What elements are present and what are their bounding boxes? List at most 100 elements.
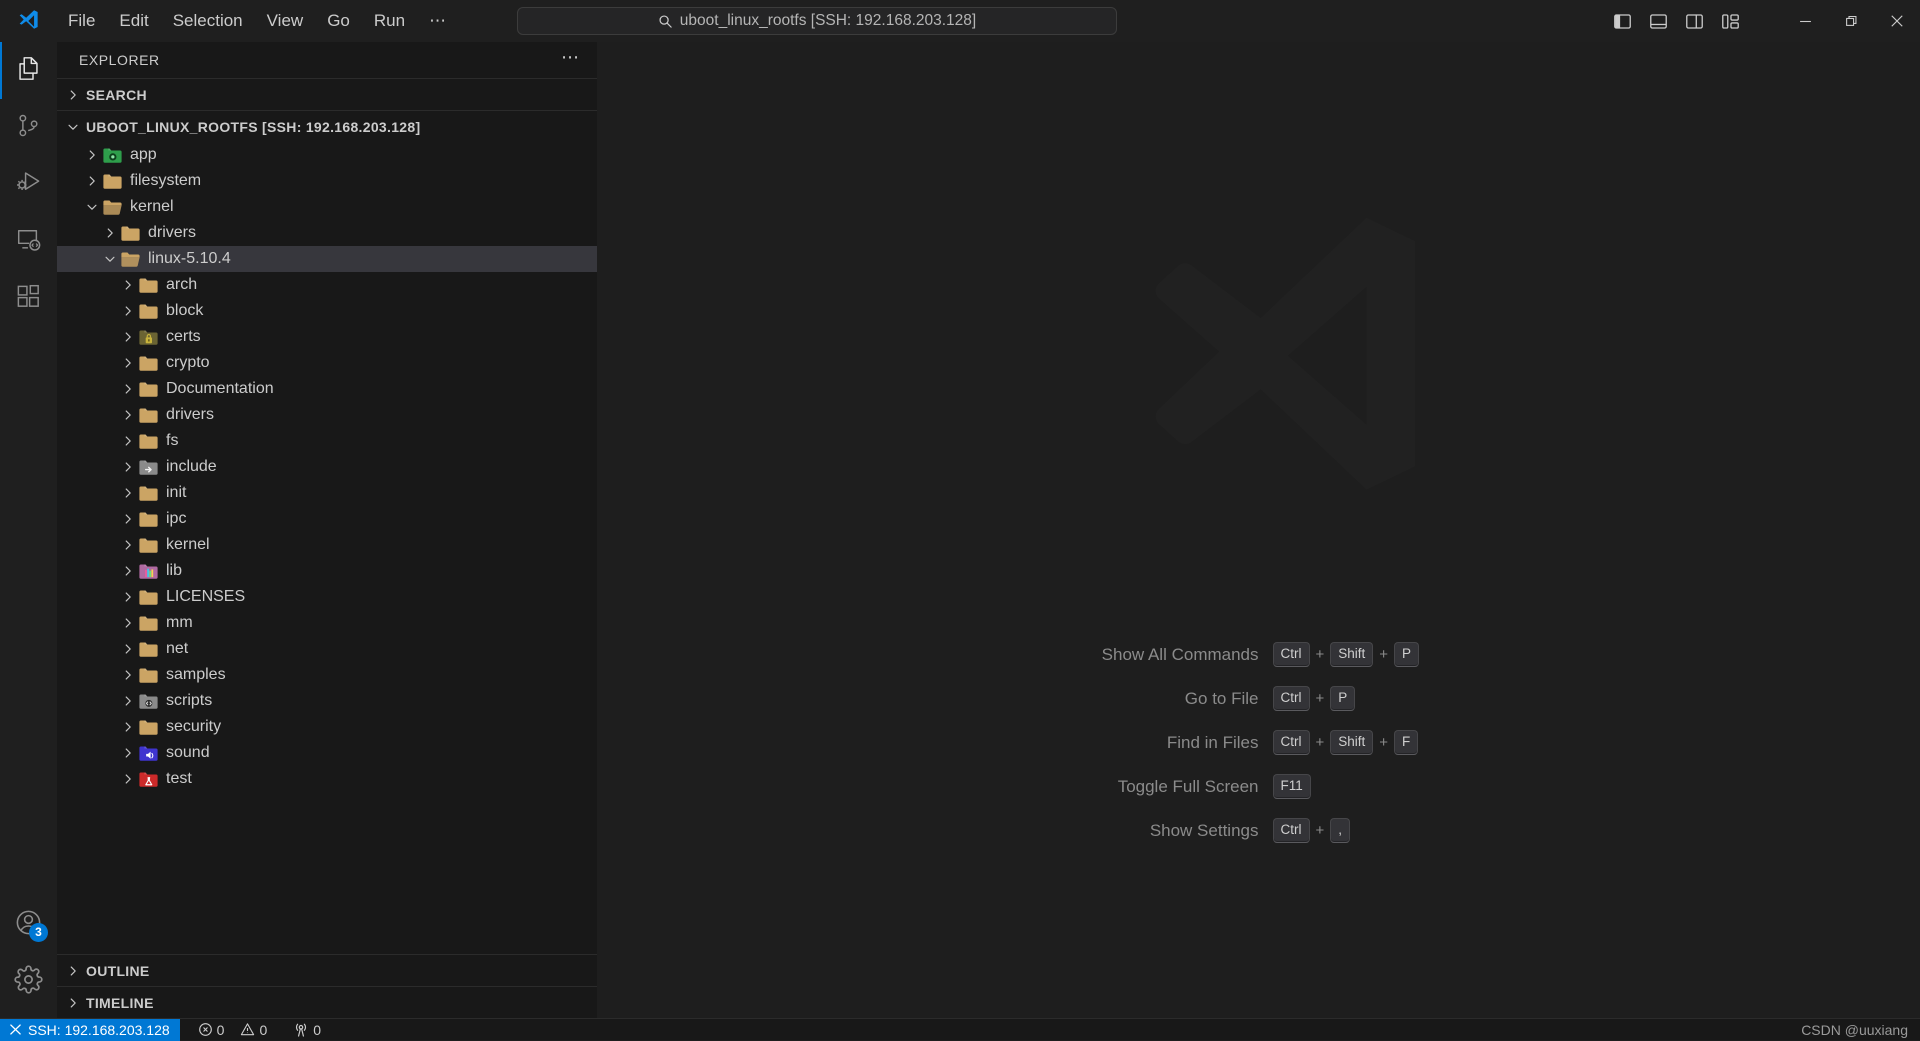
tree-item-filesystem[interactable]: filesystem (57, 168, 597, 194)
chevron-right-icon[interactable] (119, 480, 137, 506)
shortcut-show-settings[interactable]: Show SettingsCtrl+, (879, 818, 1639, 843)
tree-item-security[interactable]: security (57, 714, 597, 740)
key-separator: + (1316, 690, 1325, 707)
activity-run-debug[interactable] (0, 156, 57, 213)
chevron-right-icon[interactable] (119, 532, 137, 558)
status-errors[interactable]: 0 (192, 1019, 231, 1041)
tree-item-linux-5-10-4[interactable]: linux-5.10.4 (57, 246, 597, 272)
tree-item-fs[interactable]: fs (57, 428, 597, 454)
tree-item-licenses[interactable]: LICENSES (57, 584, 597, 610)
chevron-right-icon[interactable] (101, 220, 119, 246)
customize-layout-icon[interactable] (1712, 5, 1748, 37)
tree-item-app[interactable]: app (57, 142, 597, 168)
folder-icon (137, 508, 159, 530)
status-bar: SSH: 192.168.203.128 0 0 (0, 1018, 1920, 1040)
chevron-down-icon[interactable] (101, 246, 119, 272)
chevron-right-icon[interactable] (119, 428, 137, 454)
tree-item-label: linux-5.10.4 (148, 246, 231, 272)
shortcut-toggle-full-screen[interactable]: Toggle Full ScreenF11 (879, 774, 1639, 799)
status-ports[interactable]: 0 (287, 1019, 327, 1041)
tree-item-block[interactable]: block (57, 298, 597, 324)
status-warnings[interactable]: 0 (234, 1019, 273, 1041)
sidebar-more-actions-icon[interactable]: ⋯ (561, 52, 581, 68)
menu-selection[interactable]: Selection (161, 7, 255, 35)
tree-item-documentation[interactable]: Documentation (57, 376, 597, 402)
menu-file[interactable]: File (56, 7, 107, 35)
activity-remote-explorer[interactable] (0, 213, 57, 270)
chevron-right-icon[interactable] (119, 376, 137, 402)
chevron-right-icon[interactable] (119, 298, 137, 324)
shortcut-label: Go to File (879, 688, 1259, 710)
command-center-search[interactable]: uboot_linux_rootfs [SSH: 192.168.203.128… (517, 7, 1117, 35)
chevron-right-icon[interactable] (119, 740, 137, 766)
chevron-right-icon[interactable] (119, 402, 137, 428)
sidebar-section-folder[interactable]: UBOOT_LINUX_ROOTFS [SSH: 192.168.203.128… (57, 110, 597, 142)
menu-run[interactable]: Run (362, 7, 417, 35)
tree-item-label: test (166, 766, 192, 792)
folder-lib-icon (137, 560, 159, 582)
shortcut-show-all-commands[interactable]: Show All CommandsCtrl+Shift+P (879, 642, 1639, 667)
activity-extensions[interactable] (0, 270, 57, 327)
sidebar-section-search[interactable]: SEARCH (57, 78, 597, 110)
maximize-button[interactable] (1828, 0, 1874, 42)
tree-item-kernel[interactable]: kernel (57, 194, 597, 220)
chevron-right-icon[interactable] (119, 558, 137, 584)
chevron-right-icon[interactable] (119, 714, 137, 740)
minimize-button[interactable] (1782, 0, 1828, 42)
activity-settings[interactable] (0, 953, 57, 1010)
tree-item-include[interactable]: include (57, 454, 597, 480)
chevron-right-icon[interactable] (119, 766, 137, 792)
toggle-secondary-sidebar-icon[interactable] (1676, 5, 1712, 37)
chevron-right-icon[interactable] (119, 272, 137, 298)
chevron-right-icon[interactable] (83, 168, 101, 194)
tree-item-lib[interactable]: lib (57, 558, 597, 584)
shortcut-label: Show Settings (879, 820, 1259, 842)
chevron-right-icon[interactable] (119, 324, 137, 350)
tree-item-drivers[interactable]: drivers (57, 402, 597, 428)
chevron-right-icon[interactable] (119, 350, 137, 376)
toggle-panel-icon[interactable] (1640, 5, 1676, 37)
activity-accounts[interactable]: 3 (0, 896, 57, 953)
menu-edit[interactable]: Edit (107, 7, 160, 35)
chevron-right-icon[interactable] (119, 662, 137, 688)
tree-item-drivers[interactable]: drivers (57, 220, 597, 246)
file-tree[interactable]: app filesystem kernel drivers linux-5.10… (57, 142, 597, 954)
tree-item-sound[interactable]: sound (57, 740, 597, 766)
tree-item-mm[interactable]: mm (57, 610, 597, 636)
activity-source-control[interactable] (0, 99, 57, 156)
toggle-primary-sidebar-icon[interactable] (1604, 5, 1640, 37)
tree-item-arch[interactable]: arch (57, 272, 597, 298)
close-button[interactable] (1874, 0, 1920, 42)
tree-item-samples[interactable]: samples (57, 662, 597, 688)
tree-item-ipc[interactable]: ipc (57, 506, 597, 532)
tree-item-crypto[interactable]: crypto (57, 350, 597, 376)
shortcut-find-in-files[interactable]: Find in FilesCtrl+Shift+F (879, 730, 1639, 755)
status-problems[interactable]: 0 0 (192, 1019, 274, 1041)
menu-more[interactable]: ⋯ (417, 7, 458, 35)
search-input[interactable]: uboot_linux_rootfs [SSH: 192.168.203.128… (680, 12, 976, 30)
menu-go[interactable]: Go (315, 7, 362, 35)
status-remote-host[interactable]: SSH: 192.168.203.128 (0, 1019, 180, 1041)
timeline-section[interactable]: TIMELINE (57, 986, 597, 1018)
tree-item-kernel[interactable]: kernel (57, 532, 597, 558)
tree-item-scripts[interactable]: scripts (57, 688, 597, 714)
tree-item-init[interactable]: init (57, 480, 597, 506)
outline-section[interactable]: OUTLINE (57, 954, 597, 986)
tree-item-net[interactable]: net (57, 636, 597, 662)
chevron-down-icon[interactable] (83, 194, 101, 220)
chevron-right-icon[interactable] (119, 584, 137, 610)
chevron-right-icon[interactable] (119, 454, 137, 480)
activity-explorer[interactable] (0, 42, 57, 99)
search-icon (658, 14, 673, 29)
chevron-right-icon[interactable] (119, 610, 137, 636)
shortcut-label: Show All Commands (879, 644, 1259, 666)
vscode-logo-icon[interactable] (0, 0, 56, 42)
chevron-right-icon[interactable] (119, 506, 137, 532)
shortcut-go-to-file[interactable]: Go to FileCtrl+P (879, 686, 1639, 711)
menu-view[interactable]: View (255, 7, 316, 35)
chevron-right-icon[interactable] (83, 142, 101, 168)
tree-item-test[interactable]: test (57, 766, 597, 792)
tree-item-certs[interactable]: certs (57, 324, 597, 350)
chevron-right-icon[interactable] (119, 636, 137, 662)
chevron-right-icon[interactable] (119, 688, 137, 714)
